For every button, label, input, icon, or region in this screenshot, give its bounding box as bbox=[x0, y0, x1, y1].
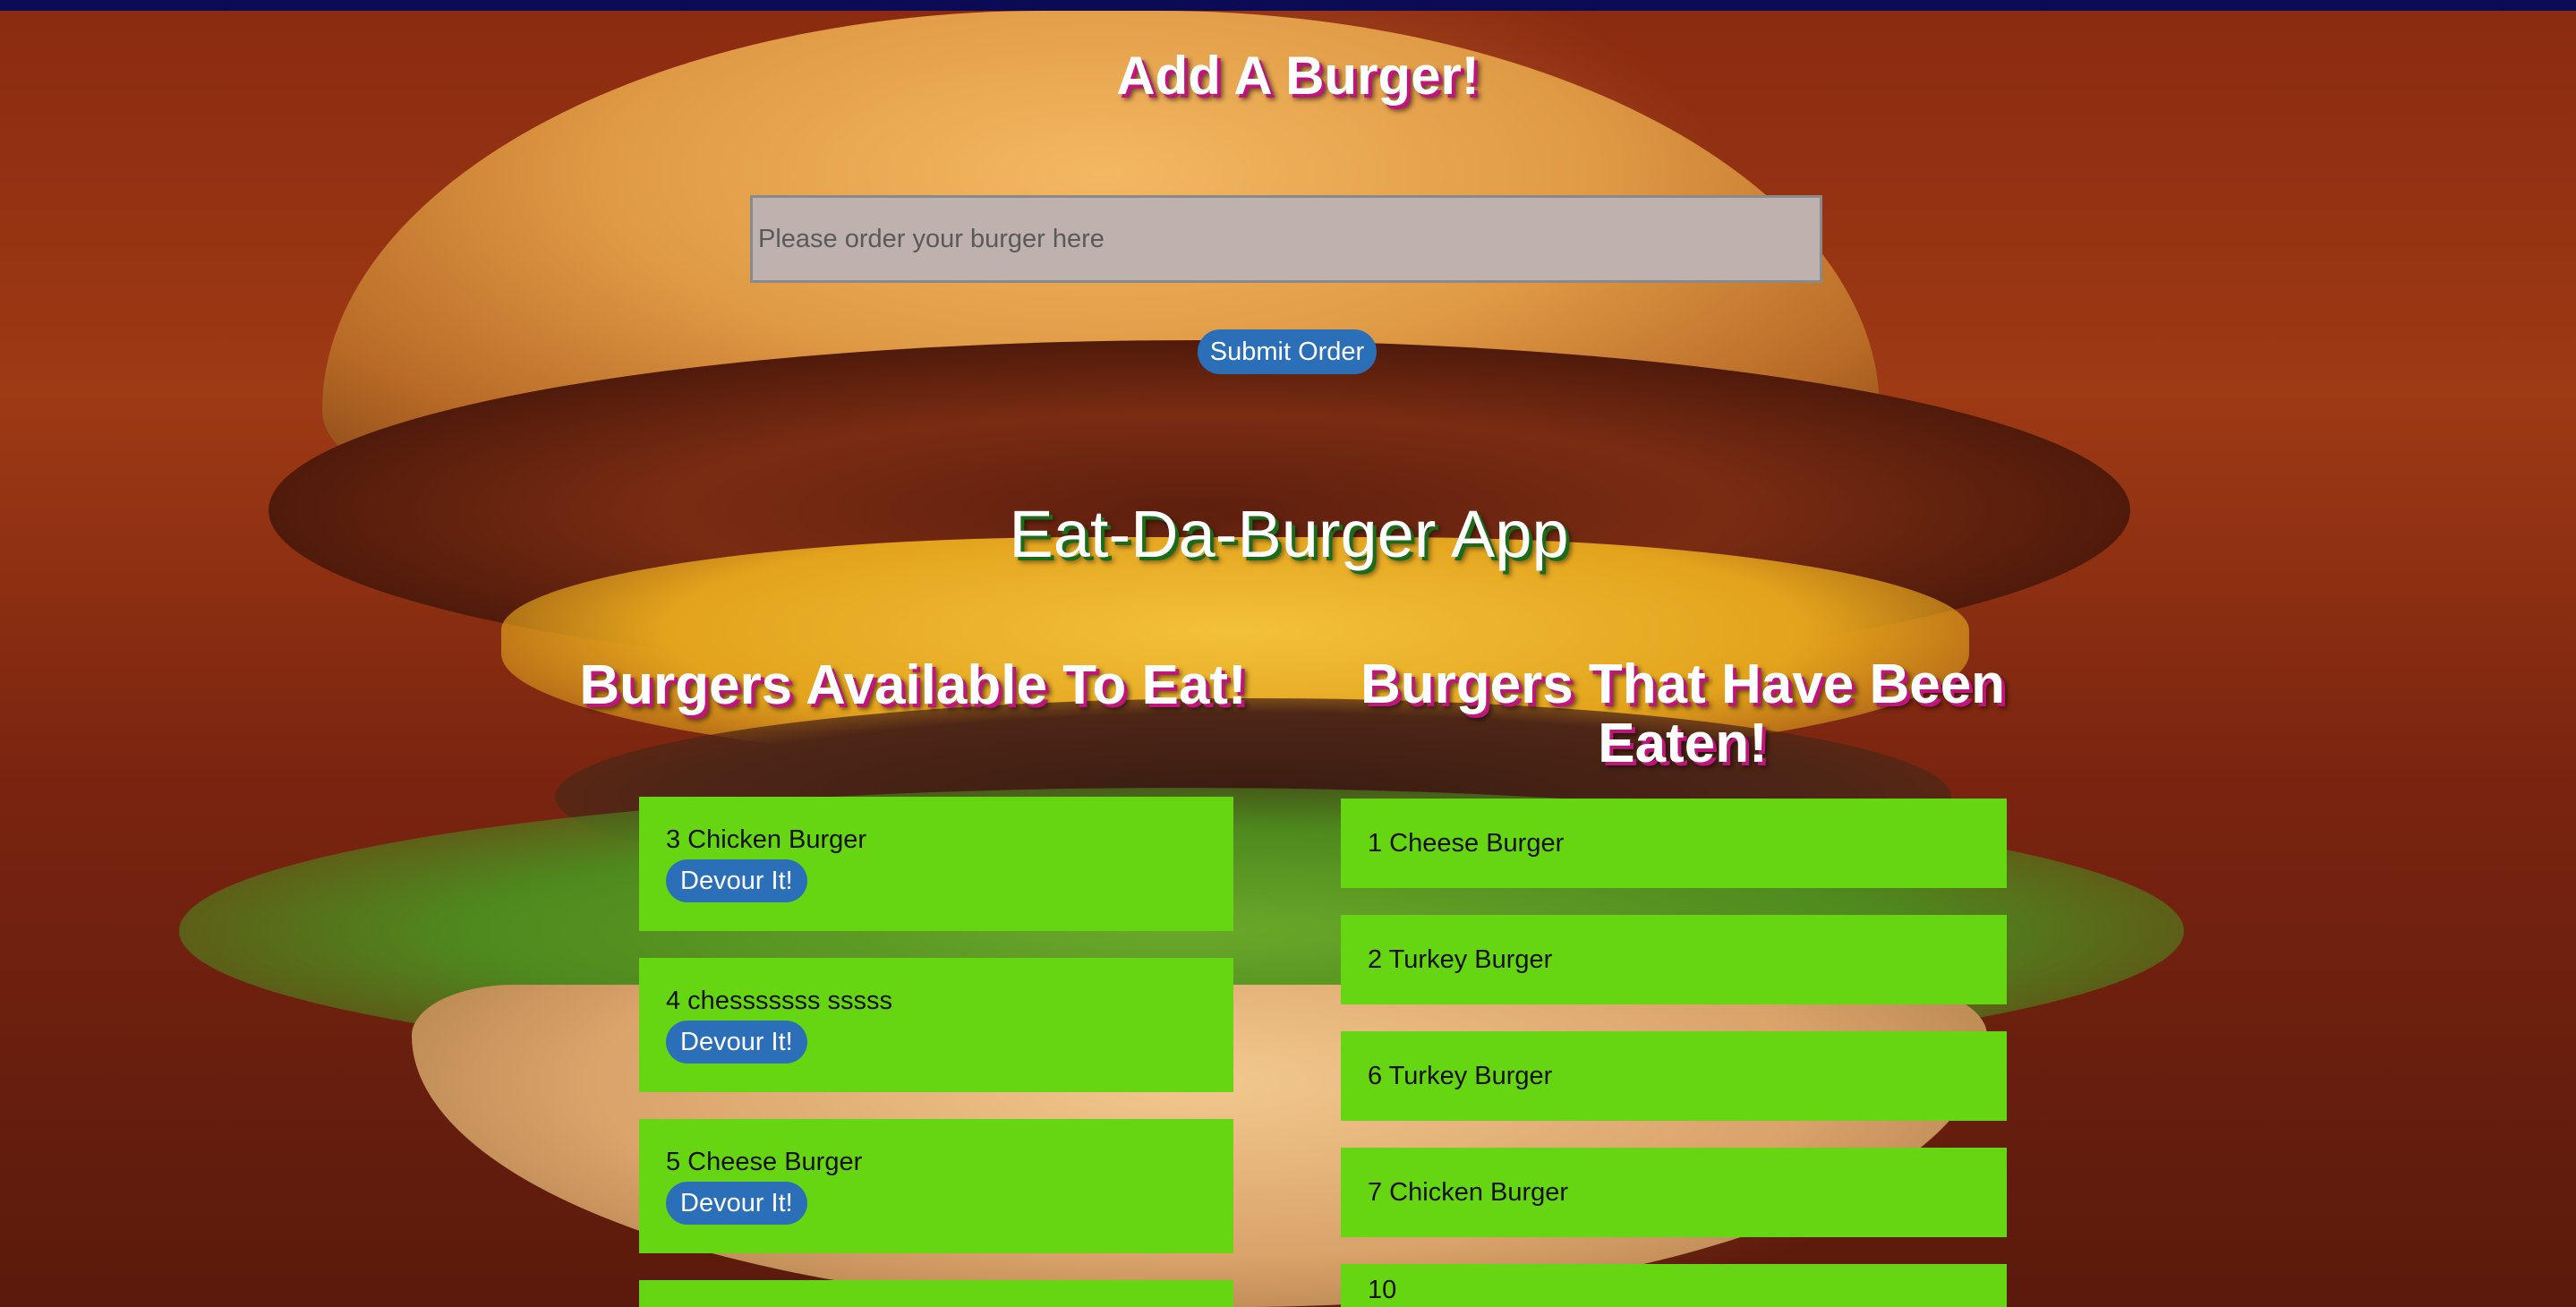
submit-order-button[interactable]: Submit Order bbox=[1198, 329, 1377, 374]
available-burger-card: 4 chesssssss sssss Devour It! bbox=[639, 958, 1233, 1092]
top-bar bbox=[0, 0, 2576, 11]
eaten-burger-card: 10 bbox=[1341, 1264, 2007, 1307]
eaten-burger-card: 1 Cheese Burger bbox=[1341, 799, 2007, 888]
eaten-burger-card: 7 Chicken Burger bbox=[1341, 1148, 2007, 1237]
devour-button[interactable]: Devour It! bbox=[666, 859, 807, 902]
burger-name: 3 Chicken Burger bbox=[666, 825, 867, 854]
available-burger-card bbox=[639, 1280, 1233, 1307]
eaten-burger-card: 6 Turkey Burger bbox=[1341, 1031, 2007, 1121]
eaten-burger-card: 2 Turkey Burger bbox=[1341, 915, 2007, 1004]
available-burger-card: 3 Chicken Burger Devour It! bbox=[639, 797, 1233, 931]
burger-name: 4 chesssssss sssss bbox=[666, 987, 892, 1015]
eaten-burgers-title: Burgers That Have Been Eaten! bbox=[1360, 654, 2006, 774]
app-title: Eat-Da-Burger App bbox=[1009, 497, 1569, 571]
burger-order-input[interactable] bbox=[750, 195, 1822, 283]
available-burgers-title: Burgers Available To Eat! bbox=[579, 654, 1247, 716]
available-burger-card: 5 Cheese Burger Devour It! bbox=[639, 1119, 1233, 1253]
devour-button[interactable]: Devour It! bbox=[666, 1021, 807, 1064]
devour-button[interactable]: Devour It! bbox=[666, 1182, 807, 1225]
burger-name: 5 Cheese Burger bbox=[666, 1148, 863, 1176]
add-burger-title: Add A Burger! bbox=[1116, 46, 1480, 106]
